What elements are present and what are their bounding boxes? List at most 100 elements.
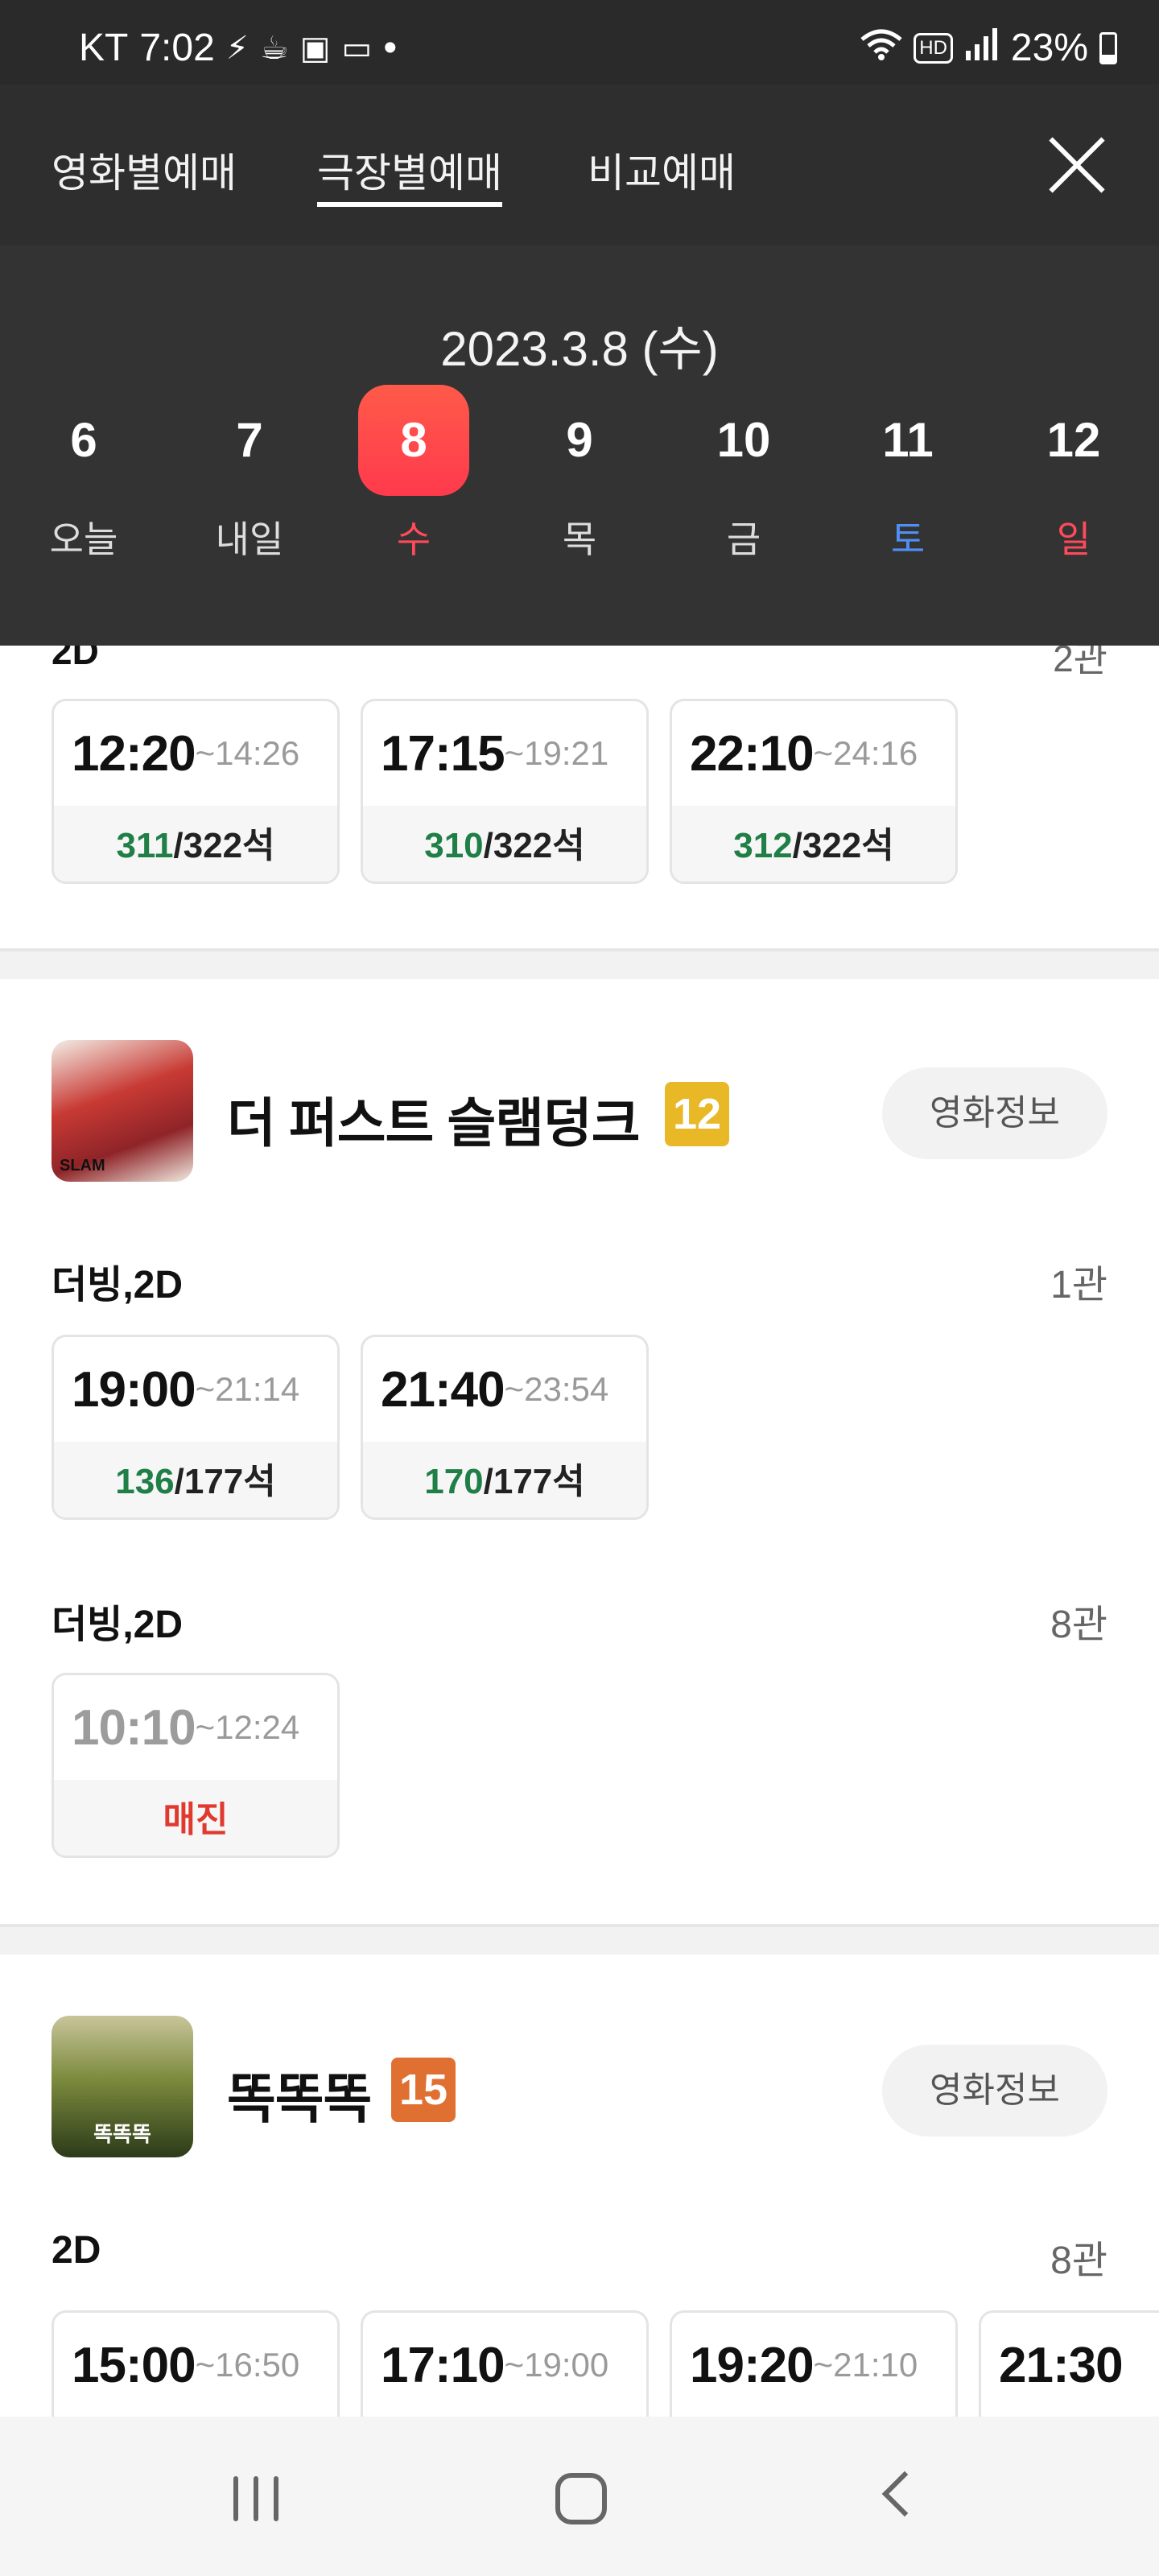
movie-info-button[interactable]: 영화정보 bbox=[882, 1067, 1107, 1159]
carrier-label: KT bbox=[79, 27, 129, 69]
header: KT 7:02 ⚡ ☕ ▣ ▭ • HD 23% 영화별예매 극장별예매 비교예… bbox=[0, 0, 1159, 646]
end-time: ~24:16 bbox=[813, 734, 918, 772]
start-time: 21:30 bbox=[999, 2337, 1124, 2393]
showtime-card[interactable]: 12:20 ~14:26 311/322석 bbox=[52, 699, 340, 884]
day-number: 7 bbox=[236, 413, 263, 467]
format-label: 더빙,2D bbox=[52, 1264, 184, 1307]
showtime-list: 2D 2관 12:20 ~14:26 311/322석 17:15 ~19:21 3… bbox=[0, 646, 1159, 2417]
status-left: KT 7:02 ⚡ ☕ ▣ ▭ • bbox=[79, 26, 397, 70]
seats-total: /322석 bbox=[173, 826, 275, 865]
hall-label: 8관 bbox=[1050, 2240, 1107, 2282]
end-time: ~21:14 bbox=[195, 1370, 300, 1408]
date-picker: 6 오늘 7 내일 8 수 9 목 10 금 11 토 12 일 bbox=[0, 385, 1159, 586]
seats-available: 312 bbox=[733, 826, 793, 865]
flash-icon: ⚡ bbox=[225, 30, 249, 66]
movie-poster[interactable]: 똑똑똑 bbox=[52, 2016, 193, 2157]
seats-total: /322석 bbox=[483, 826, 585, 865]
poster-text: SLAM bbox=[60, 1157, 105, 1174]
showtime-card[interactable]: 21:30 bbox=[979, 2310, 1159, 2417]
status-bar: KT 7:02 ⚡ ☕ ▣ ▭ • HD 23% bbox=[0, 0, 1159, 85]
end-time: ~19:00 bbox=[504, 2346, 609, 2384]
day-number: 12 bbox=[1046, 413, 1101, 467]
day-number: 9 bbox=[566, 413, 593, 467]
seats-total: /322석 bbox=[792, 826, 894, 865]
movie-info-button[interactable]: 영화정보 bbox=[882, 2045, 1107, 2136]
day-label: 오늘 bbox=[49, 518, 118, 560]
end-time: ~12:24 bbox=[195, 1708, 300, 1746]
format-label: 더빙,2D bbox=[52, 1604, 184, 1646]
seats-available: 310 bbox=[424, 826, 484, 865]
day-label: 일 bbox=[1056, 518, 1091, 560]
start-time: 21:40 bbox=[381, 1361, 505, 1418]
tab-movie[interactable]: 영화별예매 bbox=[52, 141, 237, 207]
showtime-card[interactable]: 15:00 ~16:50 bbox=[52, 2310, 340, 2417]
hd-badge: HD bbox=[914, 32, 953, 64]
wifi-icon bbox=[860, 26, 902, 70]
section-divider bbox=[0, 948, 1159, 979]
system-nav-bar bbox=[0, 2417, 1159, 2576]
seats-total: /177석 bbox=[174, 1462, 276, 1501]
day-label: 수 bbox=[396, 518, 431, 560]
day-8[interactable]: 8 수 bbox=[357, 385, 470, 562]
hall-label: 2관 bbox=[1053, 646, 1107, 679]
end-time: ~16:50 bbox=[195, 2346, 300, 2384]
showtime-card[interactable]: 21:40 ~23:54 170/177석 bbox=[361, 1335, 649, 1520]
day-label: 목 bbox=[562, 518, 597, 560]
day-11[interactable]: 11 토 bbox=[852, 385, 964, 562]
seats-available: 136 bbox=[115, 1462, 175, 1501]
start-time: 19:00 bbox=[72, 1361, 196, 1418]
showtime-card[interactable]: 19:20 ~21:10 bbox=[670, 2310, 958, 2417]
day-label: 토 bbox=[890, 518, 926, 560]
clock: 7:02 bbox=[139, 27, 215, 69]
showtime-card[interactable]: 22:10 ~24:16 312/322석 bbox=[670, 699, 958, 884]
start-time: 17:10 bbox=[381, 2337, 505, 2393]
day-number: 8 bbox=[358, 385, 469, 496]
end-time: ~19:21 bbox=[504, 734, 609, 772]
end-time: ~21:10 bbox=[813, 2346, 918, 2384]
recents-icon[interactable] bbox=[233, 2476, 278, 2521]
start-time: 17:15 bbox=[381, 725, 505, 782]
home-icon[interactable] bbox=[555, 2473, 607, 2524]
day-number: 10 bbox=[716, 413, 771, 467]
format-label: 2D bbox=[52, 646, 99, 672]
day-12[interactable]: 12 일 bbox=[1017, 385, 1130, 562]
start-time: 22:10 bbox=[690, 725, 815, 782]
end-time: ~14:26 bbox=[195, 734, 300, 772]
movie-title: 더 퍼스트 슬램덩크 bbox=[227, 1093, 640, 1153]
movie-title: 똑똑똑 bbox=[227, 2069, 372, 2128]
showtime-card[interactable]: 17:10 ~19:00 bbox=[361, 2310, 649, 2417]
status-right: HD 23% bbox=[860, 26, 1117, 70]
tab-theater[interactable]: 극장별예매 bbox=[317, 141, 502, 207]
movie-poster[interactable]: SLAM bbox=[52, 1040, 193, 1182]
hall-label: 1관 bbox=[1050, 1264, 1107, 1307]
selected-date: 2023.3.8 (수) bbox=[440, 322, 719, 376]
sold-out-label: 매진 bbox=[54, 1780, 337, 1856]
age-rating-badge: 12 bbox=[665, 1082, 729, 1146]
notification-dot: • bbox=[383, 27, 398, 69]
booking-tabs: 영화별예매 극장별예매 비교예매 bbox=[0, 85, 1159, 246]
seats-available: 311 bbox=[116, 826, 174, 865]
coffee-icon: ☕ bbox=[259, 30, 289, 66]
poster-text: 똑똑똑 bbox=[93, 2122, 151, 2146]
end-time: ~23:54 bbox=[504, 1370, 609, 1408]
showtime-card-soldout[interactable]: 10:10 ~12:24 매진 bbox=[52, 1673, 340, 1858]
close-icon[interactable] bbox=[1045, 133, 1109, 197]
day-number: 6 bbox=[70, 413, 97, 467]
seats-available: 170 bbox=[424, 1462, 484, 1501]
battery-icon bbox=[1099, 31, 1117, 64]
showtime-card[interactable]: 17:15 ~19:21 310/322석 bbox=[361, 699, 649, 884]
battery-percent: 23% bbox=[1010, 27, 1088, 69]
back-icon[interactable] bbox=[881, 2471, 928, 2517]
wallet-icon: ▭ bbox=[341, 30, 373, 66]
day-9[interactable]: 9 목 bbox=[523, 385, 636, 562]
day-number: 11 bbox=[882, 413, 934, 467]
day-10[interactable]: 10 금 bbox=[687, 385, 800, 562]
age-rating-badge: 15 bbox=[391, 2058, 456, 2122]
tab-compare[interactable]: 비교예매 bbox=[588, 141, 736, 207]
start-time: 12:20 bbox=[72, 725, 196, 782]
showtime-card[interactable]: 19:00 ~21:14 136/177석 bbox=[52, 1335, 340, 1520]
start-time: 19:20 bbox=[690, 2337, 815, 2393]
day-7[interactable]: 7 내일 bbox=[193, 385, 306, 562]
day-6[interactable]: 6 오늘 bbox=[27, 385, 140, 562]
day-label: 금 bbox=[726, 518, 761, 560]
